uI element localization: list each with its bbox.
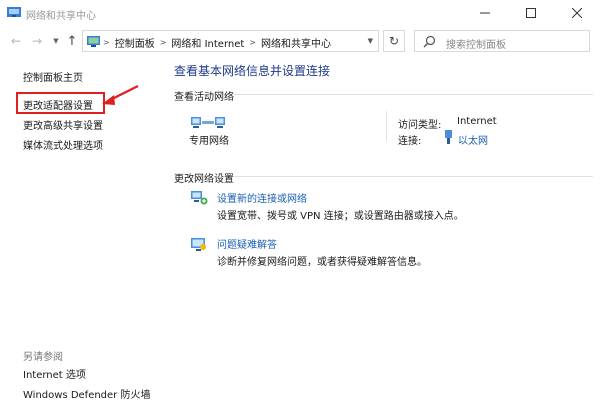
breadcrumb-network-internet[interactable]: 网络和 Internet [171, 35, 244, 50]
back-button[interactable]: ← [8, 33, 24, 49]
chevron-right-icon[interactable]: > [160, 38, 167, 47]
active-networks-heading: 查看活动网络 [174, 92, 234, 103]
change-network-settings-heading: 更改网络设置 [174, 174, 234, 185]
chevron-right-icon[interactable]: > [249, 38, 256, 47]
connection-label: 连接: [398, 136, 422, 147]
divider [233, 176, 593, 177]
troubleshoot-icon [191, 238, 206, 251]
main-content: 查看基本网络信息并设置连接 查看活动网络 专用网络 访问类型: Internet… [165, 56, 600, 415]
up-button[interactable]: ↑ [64, 33, 80, 49]
network-folder-icon [7, 7, 21, 17]
ethernet-icon [445, 130, 452, 144]
navigation-bar: ← → ▼ ↑ > 控制面板 > 网络和 Internet > 网络和共享中心 … [0, 27, 600, 55]
setup-new-connection-link[interactable]: 设置新的连接或网络 [217, 190, 307, 205]
minimize-button[interactable] [462, 0, 508, 26]
sidebar-link-internet-options[interactable]: Internet 选项 [23, 366, 86, 381]
maximize-button[interactable] [508, 0, 554, 26]
address-bar[interactable]: > 控制面板 > 网络和 Internet > 网络和共享中心 ▼ [82, 30, 379, 52]
maximize-icon [526, 8, 536, 18]
search-input[interactable]: 搜索控制面板 [414, 30, 590, 52]
sidebar-link-advanced-sharing[interactable]: 更改高级共享设置 [23, 117, 103, 132]
network-computers-icon [191, 117, 225, 128]
breadcrumb-control-panel[interactable]: 控制面板 [115, 35, 155, 50]
close-button[interactable] [554, 0, 600, 26]
arrow-up-icon: ↑ [66, 33, 78, 49]
annotation-arrow-icon [102, 85, 139, 105]
sidebar-link-defender-firewall[interactable]: Windows Defender 防火墙 [23, 386, 150, 401]
search-icon [423, 35, 436, 48]
minimize-icon [480, 12, 490, 14]
chevron-down-icon[interactable]: ▼ [368, 37, 373, 45]
close-icon [572, 8, 582, 18]
troubleshoot-problems-link[interactable]: 问题疑难解答 [217, 236, 277, 251]
ethernet-link[interactable]: 以太网 [458, 132, 488, 147]
recent-locations-button[interactable]: ▼ [48, 33, 64, 49]
access-type-label: 访问类型: [398, 120, 442, 131]
breadcrumb: > 控制面板 > 网络和 Internet > 网络和共享中心 [103, 35, 331, 50]
access-type-value: Internet [457, 116, 497, 127]
annotation-highlight-box [16, 92, 105, 114]
sidebar-link-media-streaming[interactable]: 媒体流式处理选项 [23, 137, 103, 152]
refresh-icon: ↻ [388, 34, 400, 48]
sidebar: 控制面板主页 更改适配器设置 更改高级共享设置 媒体流式处理选项 另请参阅 In… [0, 56, 165, 415]
chevron-right-icon: > [103, 38, 110, 47]
search-placeholder: 搜索控制面板 [446, 40, 506, 51]
breadcrumb-network-sharing-center[interactable]: 网络和共享中心 [261, 35, 331, 50]
window-title: 网络和共享中心 [26, 11, 96, 22]
chevron-down-icon: ▼ [53, 37, 59, 45]
see-also-heading: 另请参阅 [23, 352, 63, 363]
troubleshoot-problems-description: 诊断并修复网络问题，或者获得疑难解答信息。 [217, 257, 427, 268]
divider [386, 111, 387, 141]
forward-button[interactable]: → [29, 33, 45, 49]
control-panel-icon [87, 36, 100, 47]
network-profile-name: 专用网络 [189, 136, 229, 147]
new-connection-icon [191, 191, 208, 205]
arrow-right-icon: → [31, 34, 43, 48]
refresh-button[interactable]: ↻ [383, 30, 405, 52]
arrow-left-icon: ← [10, 34, 22, 48]
title-bar: 网络和共享中心 [0, 0, 600, 26]
page-title: 查看基本网络信息并设置连接 [174, 64, 331, 78]
divider [233, 94, 593, 95]
sidebar-link-control-panel-home[interactable]: 控制面板主页 [23, 69, 83, 84]
setup-new-connection-description: 设置宽带、拨号或 VPN 连接；或设置路由器或接入点。 [217, 211, 464, 222]
